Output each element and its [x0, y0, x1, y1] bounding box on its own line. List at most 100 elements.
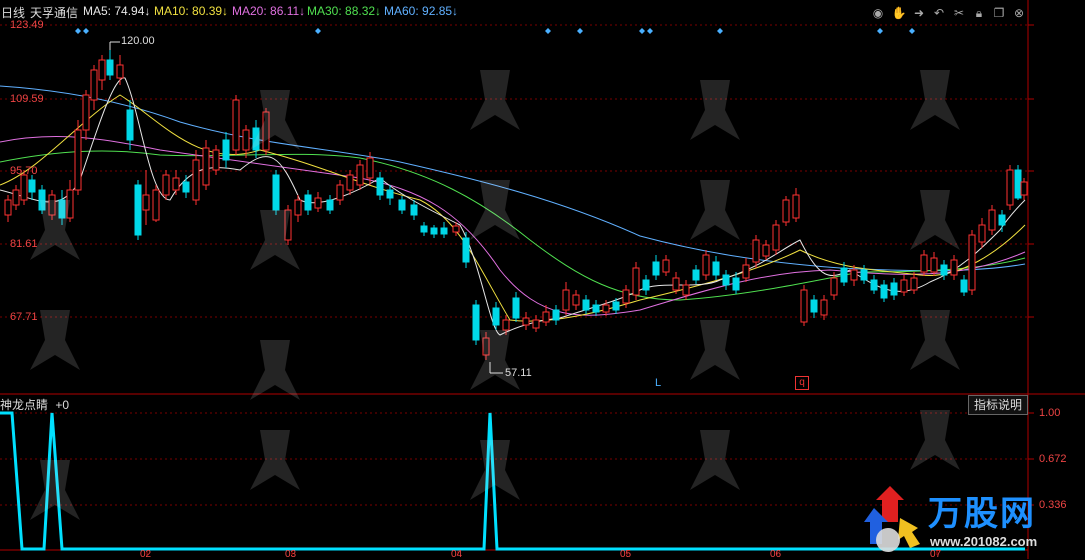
candle-body [998, 214, 1006, 226]
candle-body [452, 225, 460, 233]
marker-l: L [655, 377, 662, 389]
candle-body [356, 164, 364, 186]
candle-body [1020, 181, 1028, 196]
candle-body [116, 64, 124, 79]
candle-body [106, 59, 114, 76]
candle-body [860, 269, 868, 281]
candle-body [562, 289, 570, 311]
candle-body [762, 244, 770, 257]
signal-diamond [75, 28, 81, 34]
candle-body [142, 194, 150, 211]
watermark-icon [240, 200, 310, 280]
signal-diamond [545, 28, 551, 34]
candle-body [376, 177, 384, 196]
candle-body [592, 304, 600, 313]
candle-body [430, 227, 438, 235]
indicator-name: 神龙点睛 [0, 398, 49, 412]
candle-body [440, 227, 448, 235]
time-label: 02 [140, 549, 152, 560]
candle-body [960, 279, 968, 293]
watermark-icon [460, 320, 530, 400]
candle-body [732, 277, 740, 291]
indicator-header: 神龙点睛 +0 [0, 396, 69, 413]
candle-body [910, 277, 918, 291]
candle-body [366, 157, 374, 179]
watermark-icon [900, 400, 970, 480]
indicator-value: +0 [55, 398, 70, 412]
candle-body [602, 304, 610, 313]
candle-body [772, 224, 780, 251]
candle-body [232, 99, 240, 151]
candle-body [752, 239, 760, 263]
candle-body [162, 174, 170, 196]
candle-body [542, 311, 550, 323]
watermark-icon [20, 190, 90, 270]
price-label: 81.61 [10, 238, 38, 250]
high-price-label: 120.00 [121, 35, 155, 47]
candle-body [346, 174, 354, 191]
watermark-icon [680, 420, 750, 500]
candle-body [830, 277, 838, 296]
candle-body [978, 224, 986, 243]
indicator-help-button[interactable]: 指标说明 [968, 395, 1028, 415]
candle-body [712, 261, 720, 276]
candle-body [12, 189, 20, 206]
indicator-axis-label: 1.00 [1039, 407, 1061, 419]
candle-body [742, 264, 750, 279]
signal-diamond [717, 28, 723, 34]
candle-body [314, 197, 322, 209]
time-label: 04 [451, 549, 463, 560]
candle-body [792, 194, 800, 219]
candle-body [682, 284, 690, 296]
signal-diamonds [75, 28, 915, 34]
candle-body [420, 225, 428, 233]
candle-body [782, 199, 790, 223]
price-label: 67.71 [10, 311, 38, 323]
candle-body [398, 199, 406, 211]
low-price-label: 57.11 [505, 367, 532, 379]
marker-q[interactable]: q [795, 376, 809, 390]
candle-body [632, 267, 640, 296]
candle-body [152, 189, 160, 221]
candle-body [192, 159, 200, 201]
candle-body [950, 259, 958, 276]
watermark-icon [900, 180, 970, 260]
candle-body [702, 254, 710, 276]
watermark-icon [240, 420, 310, 500]
candle-body [82, 94, 90, 131]
candle-body [940, 264, 948, 276]
signal-diamond [647, 28, 653, 34]
time-label: 05 [620, 549, 632, 560]
indicator-axis-label: 0.672 [1039, 453, 1067, 465]
candle-body [612, 301, 620, 311]
bull-logo-icon [864, 486, 920, 552]
watermark-icon [20, 450, 90, 530]
candle-body [850, 269, 858, 281]
signal-diamond [639, 28, 645, 34]
candle-body [74, 129, 82, 191]
candle-body [930, 257, 938, 273]
candle-body [212, 149, 220, 171]
price-label: 123.49 [10, 19, 44, 31]
candle-body [182, 181, 190, 193]
candle-body [202, 147, 210, 186]
candle-body [336, 184, 344, 201]
watermark-icon [680, 170, 750, 250]
candle-body [900, 279, 908, 293]
candle-body [572, 294, 580, 306]
candle-body [820, 299, 828, 316]
brand-logo: 万股网 www.201082.com [860, 478, 1080, 556]
signal-diamond [83, 28, 89, 34]
candle-body [582, 299, 590, 311]
watermark-icon [680, 70, 750, 150]
candle-body [410, 204, 418, 216]
candle-body [512, 297, 520, 319]
watermark-icon [240, 330, 310, 410]
candle-body [222, 139, 230, 161]
candle-body [622, 289, 630, 304]
watermark-icon [240, 80, 310, 160]
candle-body [98, 59, 106, 81]
candle-body [890, 282, 898, 296]
candle-body [672, 277, 680, 291]
candle-body [722, 274, 730, 286]
